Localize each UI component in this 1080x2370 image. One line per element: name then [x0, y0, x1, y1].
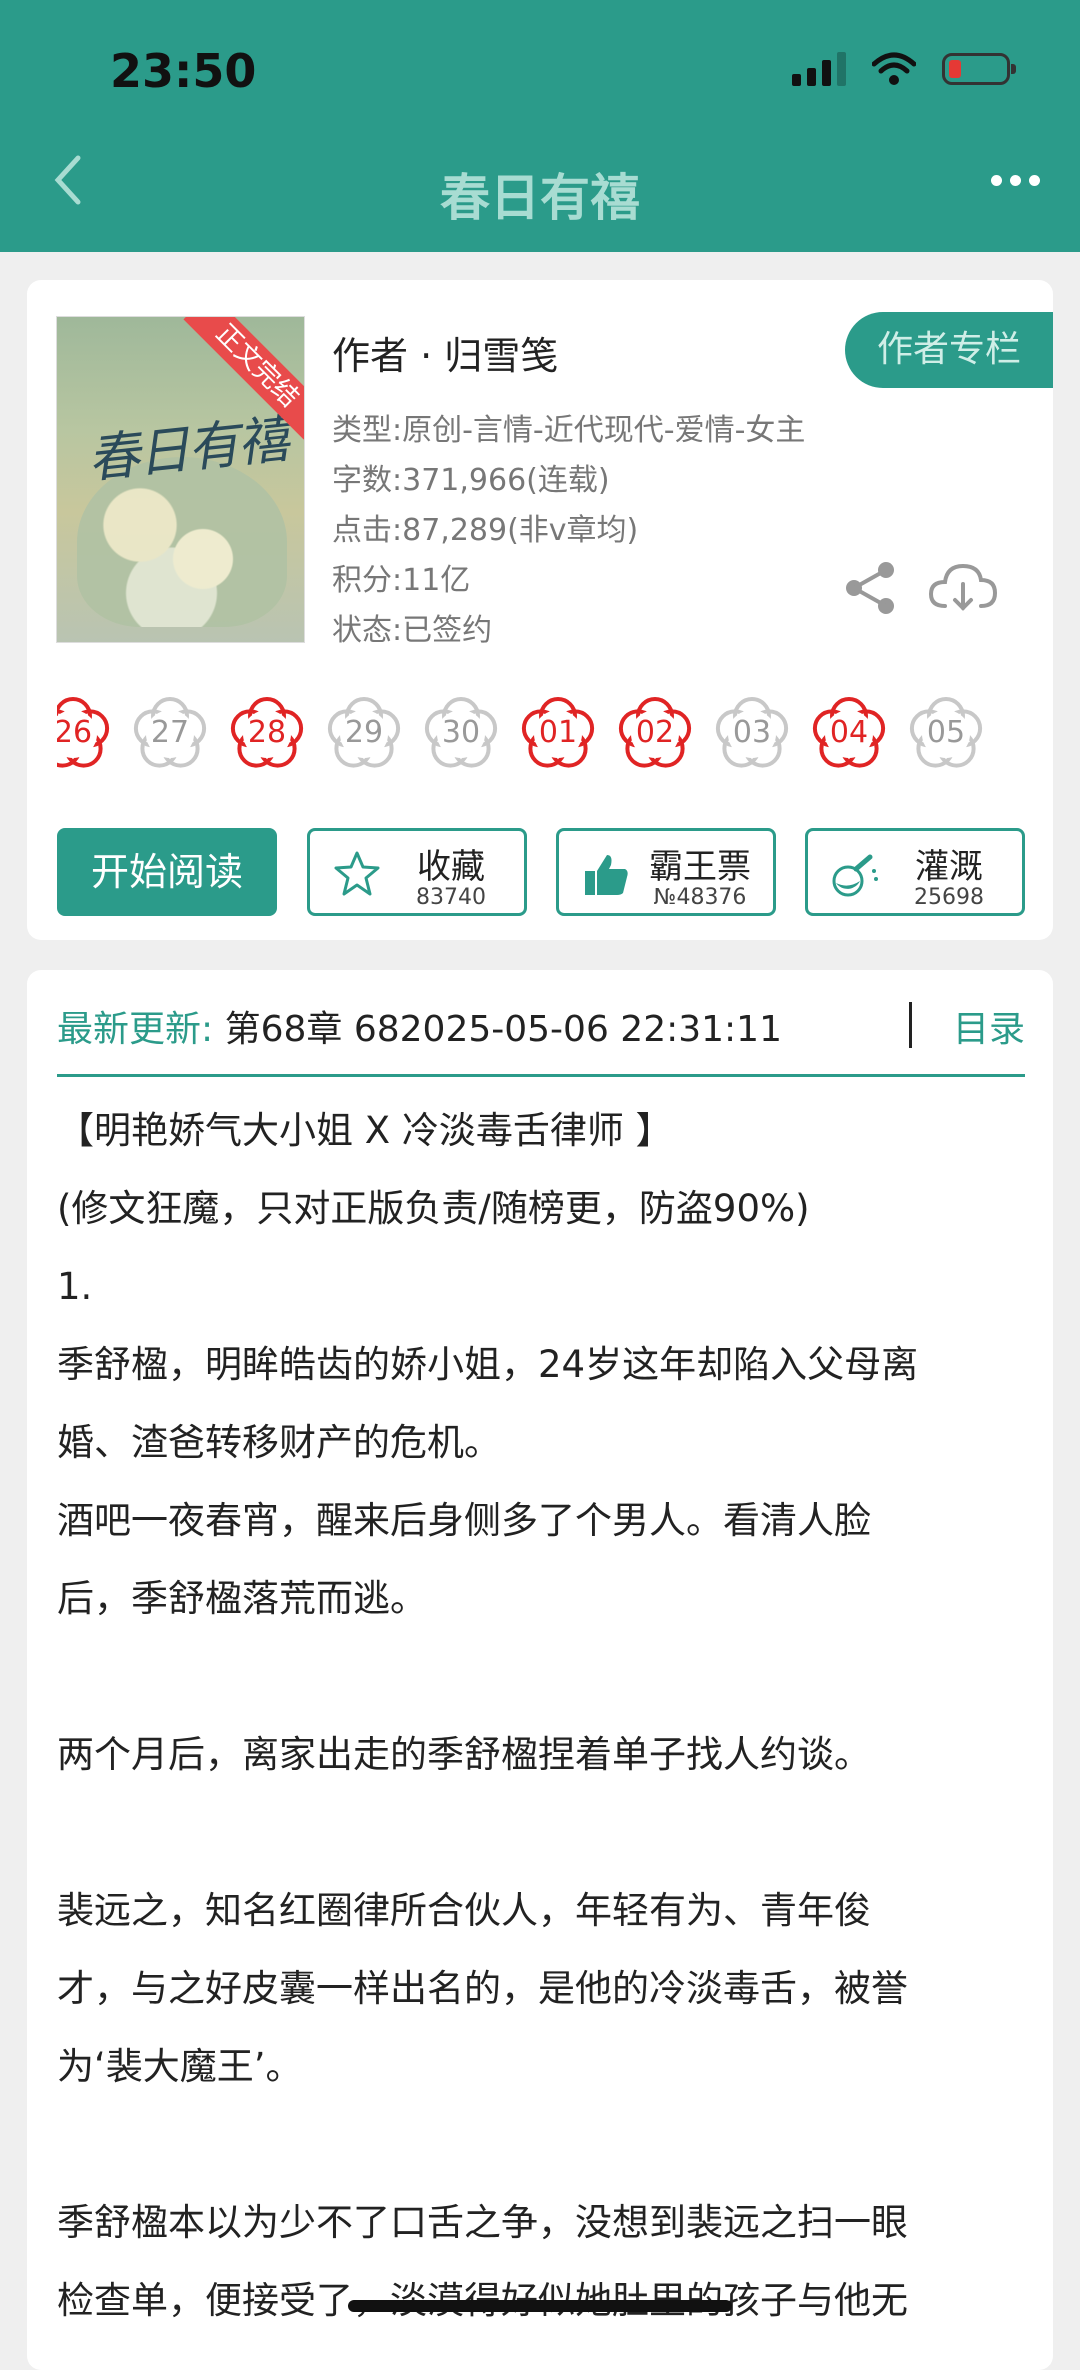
ticket-day[interactable]: 02: [614, 692, 696, 774]
ticket-day[interactable]: 05: [905, 692, 987, 774]
ticket-day[interactable]: 29: [323, 692, 405, 774]
ticket-day-number: 02: [635, 715, 675, 750]
battery-icon: [942, 53, 1016, 85]
description-line: (修文狂魔，只对正版负责/随榜更，防盗90%): [57, 1187, 810, 1230]
irrigate-label: 灌溉: [915, 847, 983, 887]
ticket-day-number: 03: [732, 715, 772, 750]
ticket-day[interactable]: 04: [808, 692, 890, 774]
wifi-icon: [872, 52, 916, 85]
description-line: [57, 1794, 1037, 1872]
irrigate-count: 25698: [914, 885, 984, 910]
favorite-button[interactable]: 收藏 83740: [307, 828, 527, 916]
action-row: 开始阅读 收藏 83740 霸王票 №48376 灌溉 25698: [57, 828, 1025, 916]
description-line: 后，季舒楹落荒而逃。: [57, 1577, 427, 1620]
description-line: 裴远之，知名红圈律所合伙人，年轻有为、青年俊: [57, 1889, 871, 1932]
favorite-label: 收藏: [417, 847, 485, 887]
ticket-day[interactable]: 03: [711, 692, 793, 774]
start-reading-button[interactable]: 开始阅读: [57, 828, 277, 916]
ticket-day-number: 27: [150, 715, 190, 750]
latest-chapter[interactable]: 第68章 682025-05-06 22:31:11: [213, 1009, 782, 1050]
cover-title: 春日有禧: [84, 409, 291, 491]
latest-update[interactable]: 最新更新: 第68章 682025-05-06 22:31:11: [57, 1000, 1025, 1060]
author-column-button[interactable]: 作者专栏: [845, 312, 1053, 388]
ticket-day-number: 04: [829, 715, 869, 750]
irrigate-button[interactable]: 灌溉 25698: [805, 828, 1025, 916]
ticket-day[interactable]: 01: [517, 692, 599, 774]
description-line: [57, 1638, 1037, 1716]
description-line: 酒吧一夜春宵，醒来后身侧多了个男人。看清人脸: [57, 1499, 871, 1542]
page-title: 春日有禧: [440, 169, 640, 227]
status-time: 23:50: [110, 44, 257, 98]
book-cover[interactable]: 春日有禧 正文完结: [57, 317, 304, 642]
click-count: 点击:87,289(非v章均): [332, 513, 639, 548]
description-line: 婚、渣爸转移财产的危机。: [57, 1421, 501, 1464]
book-description: 【明艳娇气大小姐 X 冷淡毒舌律师 】 (修文狂魔，只对正版负责/随榜更，防盗90…: [57, 1092, 1037, 2340]
status-icons: [792, 52, 1016, 86]
ticket-day-number: 29: [344, 715, 384, 750]
download-cloud-icon[interactable]: [927, 560, 999, 616]
ticket-day-number: 05: [926, 715, 966, 750]
description-line: 季舒楹本以为少不了口舌之争，没想到裴远之扫一眼: [57, 2201, 908, 2244]
ticket-day-number: 28: [247, 715, 287, 750]
book-type: 类型:原创-言情-近代现代-爱情-女主: [332, 413, 806, 448]
favorite-count: 83740: [416, 885, 486, 910]
description-line: 【明艳娇气大小姐 X 冷淡毒舌律师 】: [57, 1109, 673, 1152]
ticket-day-number: 30: [441, 715, 481, 750]
description-line: 季舒楹，明眸皓齿的娇小姐，24岁这年却陷入父母离: [57, 1343, 919, 1386]
flask-icon: [832, 854, 878, 897]
latest-update-label: 最新更新:: [57, 1009, 214, 1050]
score: 积分:11亿: [332, 563, 471, 598]
ticket-calendar[interactable]: 26 27 28 29 30 01 02 03 04 05: [57, 692, 1025, 802]
description-line: 两个月后，离家出走的季舒楹捏着单子找人约谈。: [57, 1733, 871, 1776]
more-icon[interactable]: [991, 175, 1040, 186]
bawang-ticket-label: 霸王票: [649, 847, 751, 887]
toc-link[interactable]: 目录: [953, 1000, 1025, 1052]
star-icon: [334, 851, 380, 896]
author-name[interactable]: 作者 · 归雪笺: [332, 325, 558, 380]
word-count: 字数:371,966(连载): [332, 463, 610, 498]
book-info-card: 春日有禧 正文完结 作者 · 归雪笺 作者专栏 类型:原创-言情-近代现代-爱情…: [27, 280, 1053, 940]
thumbs-up-icon: [585, 855, 628, 895]
divider: [909, 1002, 912, 1048]
sign-status: 状态:已签约: [332, 613, 493, 648]
share-icon[interactable]: [842, 560, 898, 616]
ticket-day[interactable]: 26: [57, 692, 114, 774]
description-line: 才，与之好皮囊一样出名的，是他的冷淡毒舌，被誉: [57, 1967, 908, 2010]
ticket-day-number: 01: [538, 715, 578, 750]
ticket-day[interactable]: 30: [420, 692, 502, 774]
description-line: 为‘裴大魔王’。: [57, 2045, 303, 2088]
description-line: [57, 2106, 1037, 2184]
description-line: 1.: [57, 1265, 93, 1308]
divider: [57, 1074, 1025, 1077]
ticket-day-number: 26: [57, 715, 93, 750]
ticket-day[interactable]: 27: [129, 692, 211, 774]
home-indicator[interactable]: [348, 2300, 732, 2312]
bawang-ticket-count: №48376: [653, 885, 747, 910]
signal-icon: [792, 52, 846, 86]
bawang-ticket-button[interactable]: 霸王票 №48376: [556, 828, 776, 916]
ticket-day[interactable]: 28: [226, 692, 308, 774]
app-header: 23:50 春日有禧: [0, 0, 1080, 252]
description-card: 最新更新: 第68章 682025-05-06 22:31:11 目录 【明艳娇…: [27, 970, 1053, 2370]
